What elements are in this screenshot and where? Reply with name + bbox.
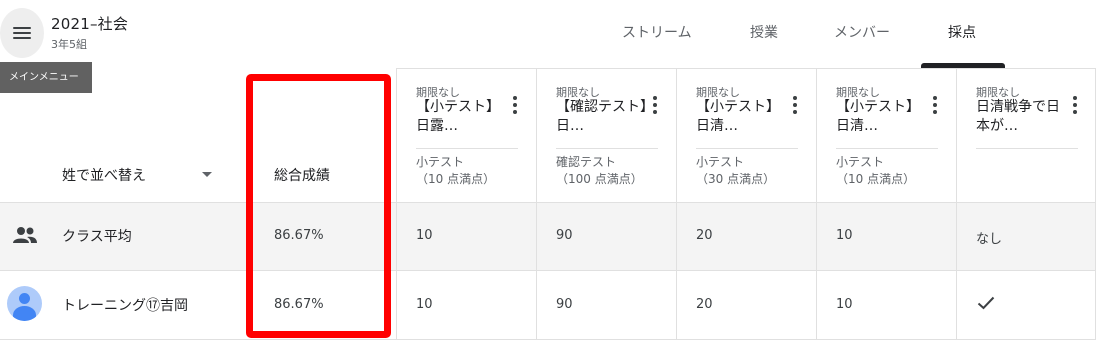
assignment-column-header[interactable]: 期限なし 【小テスト】日清… 小テスト （30 点満点） [676,74,816,202]
assignment-type: 小テスト [696,155,745,169]
row-divider [0,270,1095,271]
assignment-title[interactable]: 日清戦争で日本が… [976,98,1068,136]
student-name[interactable]: トレーニング⑰吉岡 [62,295,188,315]
more-vert-icon[interactable] [789,94,801,116]
assignment-points: 小テスト （30 点満点） [696,154,775,188]
grade-cell[interactable]: 90 [556,297,573,312]
grade-cell: なし [976,232,1003,247]
tab-classwork[interactable]: 授業 [750,22,778,42]
assignment-points: 小テスト （10 点満点） [836,154,915,188]
tab-grades[interactable]: 採点 [948,22,976,42]
main-menu-tooltip: メインメニュー [0,62,92,93]
header-divider [836,148,938,149]
assignment-type: 確認テスト [556,155,617,169]
assignment-column-header[interactable]: 期限なし 【小テスト】日清… 小テスト （10 点満点） [816,74,956,202]
student-avatar[interactable] [7,286,42,321]
grade-cell[interactable]: 10 [836,297,853,312]
assignment-column-header[interactable]: 期限なし 【小テスト】日露… 小テスト （10 点満点） [396,74,536,202]
grade-cell: 90 [556,228,573,243]
class-section: 3年5組 [51,38,87,51]
assignment-title[interactable]: 【確認テスト】日… [556,98,648,136]
assignment-points: 確認テスト （100 点満点） [556,154,643,188]
class-title[interactable]: 2021–社会 [51,13,128,34]
header-divider [416,148,518,149]
assignment-max-points: （100 点満点） [556,172,643,186]
assignment-points: 小テスト （10 点満点） [416,154,495,188]
grade-cell: 10 [416,228,433,243]
header-divider [556,148,658,149]
row-divider [0,339,1095,340]
grade-cell[interactable]: 20 [696,297,713,312]
assignment-max-points: （10 点満点） [836,172,916,186]
check-icon[interactable] [977,296,995,310]
class-average-label: クラス平均 [62,229,132,245]
header-divider [976,148,1078,149]
more-vert-icon[interactable] [929,94,941,116]
row-divider [0,202,1095,203]
assignment-title[interactable]: 【小テスト】日清… [696,98,788,136]
more-vert-icon[interactable] [1069,94,1081,116]
assignment-title[interactable]: 【小テスト】日清… [836,98,928,136]
dropdown-arrow-icon[interactable] [202,172,212,177]
app-header: 2021–社会 3年5組 ストリーム 授業 メンバー 採点 [0,0,1113,68]
overall-grade-highlight-box [246,74,391,338]
tab-stream[interactable]: ストリーム [622,22,692,42]
assignment-title[interactable]: 【小テスト】日露… [416,98,508,136]
header-divider [696,148,798,149]
tab-people[interactable]: メンバー [834,22,890,42]
class-average-row [0,202,1095,270]
people-icon [13,227,37,243]
more-vert-icon[interactable] [649,94,661,116]
assignment-max-points: （10 点満点） [416,172,496,186]
hamburger-icon [13,27,31,39]
assignment-type: 小テスト [416,155,465,169]
sort-by-surname-select[interactable]: 姓で並べ替え [62,165,146,185]
assignment-max-points: （30 点満点） [696,172,776,186]
assignment-type: 小テスト [836,155,885,169]
assignment-column-header[interactable]: 期限なし 【確認テスト】日… 確認テスト （100 点満点） [536,74,676,202]
assignment-column-header[interactable]: 期限なし 日清戦争で日本が… [956,74,1096,202]
main-menu-button[interactable] [0,8,44,58]
grade-cell[interactable]: 10 [416,297,433,312]
grid-divider [396,68,1095,69]
more-vert-icon[interactable] [509,94,521,116]
grade-cell: 20 [696,228,713,243]
grade-cell: 10 [836,228,853,243]
